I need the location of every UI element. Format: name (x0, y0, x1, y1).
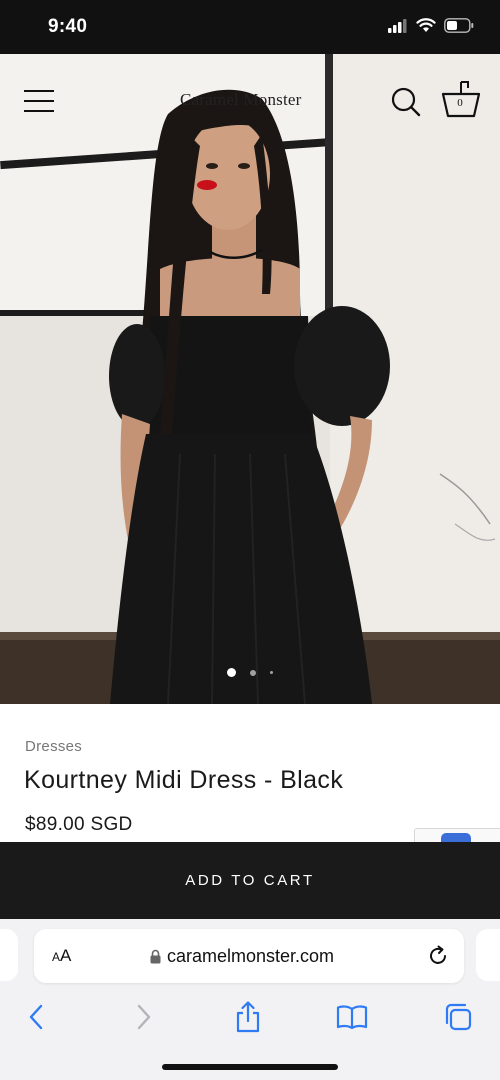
address-bar[interactable]: AA caramelmonster.com (34, 929, 464, 983)
back-button[interactable] (16, 997, 56, 1037)
status-time: 9:40 (48, 16, 88, 37)
previous-tab-peek[interactable] (0, 929, 18, 981)
share-button[interactable] (228, 997, 268, 1037)
status-icons (388, 18, 474, 33)
url-text: caramelmonster.com (167, 946, 335, 966)
back-icon (29, 1004, 43, 1030)
lock-icon (150, 949, 161, 964)
home-indicator[interactable] (162, 1064, 338, 1070)
product-category[interactable]: Dresses (25, 738, 82, 755)
menu-icon[interactable] (24, 90, 54, 114)
product-image-gallery[interactable]: Caramel Monster 0 (0, 54, 500, 704)
bookmarks-button[interactable] (332, 997, 372, 1037)
reload-icon[interactable] (426, 944, 450, 968)
browser-toolbar (0, 997, 500, 1041)
tabs-button[interactable] (438, 997, 478, 1037)
battery-icon (444, 18, 474, 33)
site-header: Caramel Monster 0 (0, 54, 500, 150)
wifi-icon (416, 18, 436, 32)
gallery-dot-2[interactable] (250, 669, 256, 676)
tabs-icon (445, 1003, 472, 1031)
bookmarks-icon (336, 1005, 368, 1030)
search-icon[interactable] (390, 86, 422, 118)
browser-chrome: AA caramelmonster.com (0, 919, 500, 1080)
cellular-signal-icon (388, 18, 407, 33)
share-icon (236, 1001, 260, 1033)
product-title: Kourtney Midi Dress - Black (24, 766, 344, 794)
next-tab-peek[interactable] (476, 929, 500, 981)
product-info: Dresses Kourtney Midi Dress - Black $89.… (0, 704, 500, 842)
add-to-cart-button[interactable]: ADD TO CART (0, 842, 500, 919)
cart-count: 0 (457, 97, 463, 109)
product-photo (0, 54, 500, 704)
gallery-dot-1[interactable] (227, 668, 236, 677)
gallery-pagination (0, 668, 500, 677)
status-bar: 9:40 (0, 0, 500, 54)
gallery-dot-3[interactable] (270, 671, 273, 674)
url-display: caramelmonster.com (150, 946, 334, 967)
text-size-button[interactable]: AA (52, 946, 71, 966)
recaptcha-badge[interactable] (414, 828, 500, 843)
product-price: $89.00 SGD (25, 814, 133, 835)
forward-button[interactable] (124, 997, 164, 1037)
brand-logo[interactable]: Caramel Monster (180, 90, 302, 110)
forward-icon (137, 1004, 151, 1030)
add-to-cart-label: ADD TO CART (185, 872, 315, 889)
cart-button[interactable]: 0 (440, 80, 482, 120)
